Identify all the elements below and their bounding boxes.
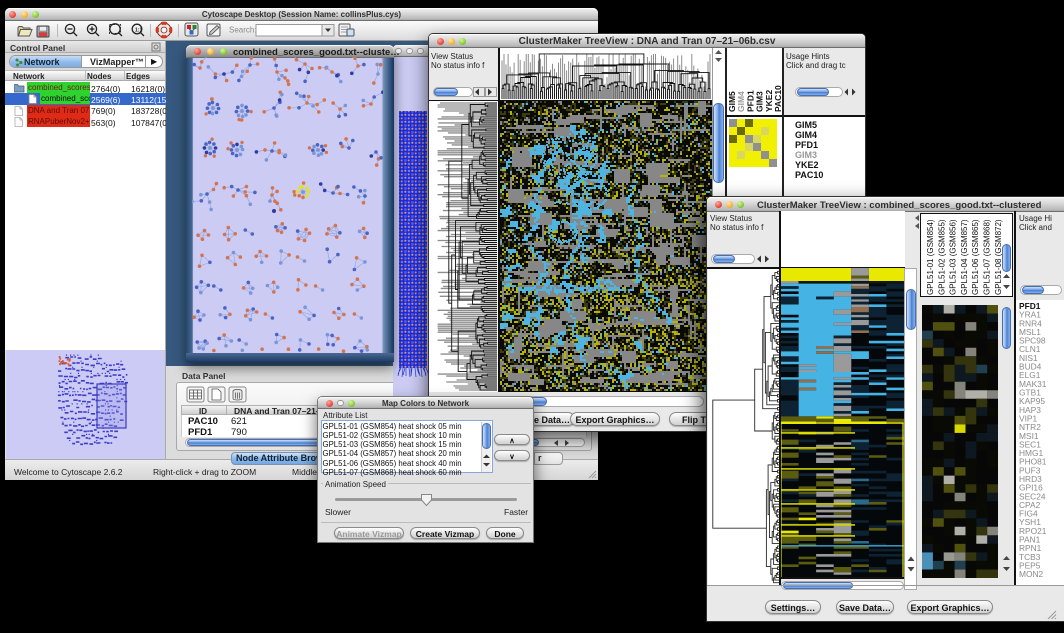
svg-text:GPL51-03 (GSM856): GPL51-03 (GSM856) <box>949 219 958 295</box>
svg-text:GPL51-04 (GSM857): GPL51-04 (GSM857) <box>960 219 969 295</box>
svg-text:MON2: MON2 <box>1019 569 1044 579</box>
svg-text:PAC10: PAC10 <box>773 85 782 112</box>
svg-text:GPL51-07 (GSM868): GPL51-07 (GSM868) <box>983 219 992 295</box>
svg-text:GPL51-02 (GSM855): GPL51-02 (GSM855) <box>937 219 946 295</box>
svg-text:GPL51-06 (GSM865): GPL51-06 (GSM865) <box>971 219 980 295</box>
svg-text:GPL51-01 (GSM854): GPL51-01 (GSM854) <box>926 219 935 295</box>
svg-text:Search:: Search: <box>229 26 257 35</box>
